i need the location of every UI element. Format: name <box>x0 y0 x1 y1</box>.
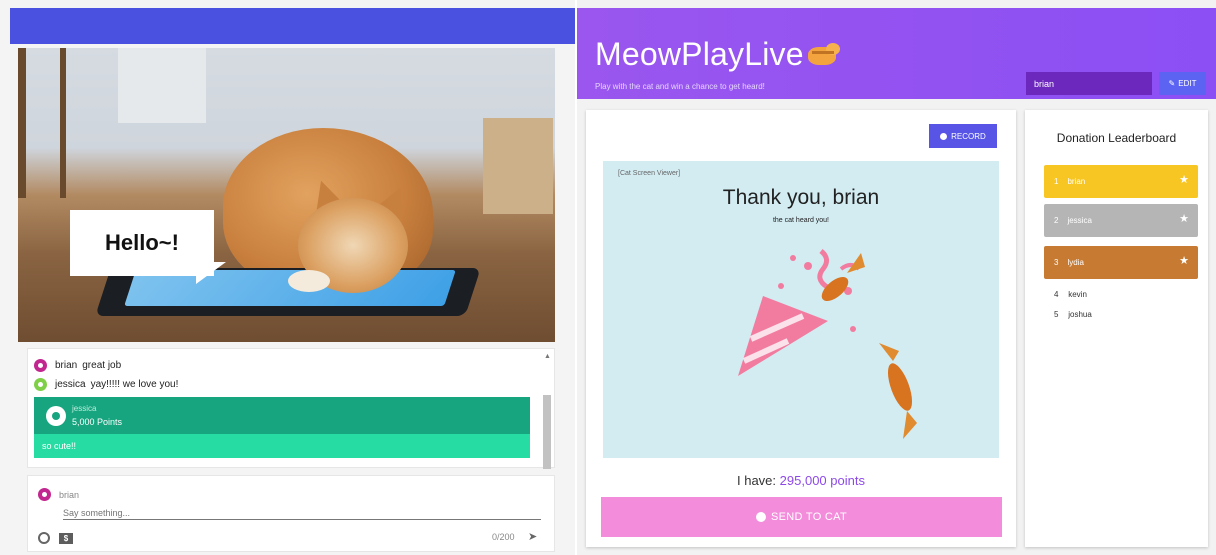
cat-paw <box>288 270 330 292</box>
donation-user: jessica <box>72 404 97 413</box>
scroll-thumb[interactable] <box>543 395 551 469</box>
rank-number: 2 <box>1054 216 1059 225</box>
record-button[interactable]: RECORD <box>929 124 997 148</box>
rank-name: brian <box>1067 177 1086 186</box>
chat-scrollbar[interactable]: ▲ <box>542 353 552 469</box>
record-dot-icon <box>940 132 948 140</box>
send-plane-icon[interactable]: ➤ <box>528 530 537 543</box>
chat-composer: brian $ 0/200 ➤ <box>27 475 555 552</box>
user-avatar-icon <box>38 488 51 501</box>
points-unit: points <box>830 473 865 488</box>
leaderboard-item-2[interactable]: 2 jessica ★ <box>1044 204 1198 237</box>
edit-label: EDIT <box>1178 79 1197 88</box>
donation-points: 5,000 Points <box>72 417 123 427</box>
left-top-bar <box>10 8 575 44</box>
composer-tools: $ <box>38 532 73 544</box>
paw-icon <box>755 512 766 522</box>
app-root: Hello~! brian great job jessica yay!!!!!… <box>0 0 1216 555</box>
rank-name: kevin <box>1068 290 1087 299</box>
wooden-box <box>483 118 553 214</box>
leaderboard-title: Donation Leaderboard <box>1056 131 1177 145</box>
speech-bubble: Hello~! <box>70 210 214 276</box>
chat-input[interactable] <box>63 506 541 520</box>
username-input[interactable] <box>1026 72 1152 95</box>
party-popper-icon <box>738 249 861 376</box>
chat-log[interactable]: brian great job jessica yay!!!!! we love… <box>27 348 555 469</box>
user-avatar-icon <box>46 405 66 426</box>
emoji-icon[interactable] <box>38 532 50 544</box>
cat-video-player[interactable]: Hello~! <box>18 48 555 342</box>
celebration-illustration <box>738 249 917 439</box>
chat-user: brian <box>55 359 78 371</box>
chat-message: brian great job <box>34 356 121 374</box>
rank-number: 4 <box>1054 290 1059 299</box>
donation-header: jessica 5,000 Points <box>34 397 530 434</box>
chat-text: yay!!!!! we love you! <box>90 378 179 390</box>
chat-user: jessica <box>55 378 86 390</box>
leaderboard-item-1[interactable]: 1 brian ★ <box>1044 165 1198 198</box>
chat-text: great job <box>82 359 122 371</box>
rank-number: 1 <box>1054 177 1059 186</box>
cat-screen-viewer[interactable]: [Cat Screen Viewer] Thank you, brian the… <box>603 161 999 458</box>
goldfish-icon <box>879 343 917 439</box>
rank-name: jessica <box>1067 216 1092 225</box>
rank-name: lydia <box>1067 258 1084 267</box>
cat-screen-card: RECORD [Cat Screen Viewer] Thank you, br… <box>586 110 1016 547</box>
donation-message: jessica 5,000 Points so cute!! <box>34 397 530 458</box>
leaderboard-item-3[interactable]: 3 lydia ★ <box>1044 246 1198 279</box>
star-icon: ★ <box>1179 213 1189 225</box>
record-label: RECORD <box>951 131 986 141</box>
composer-username: brian <box>59 489 80 500</box>
tagline: Play with the cat and win a chance to ge… <box>595 82 765 91</box>
leaderboard-card: Donation Leaderboard 1 brian ★ 2 jessica… <box>1025 110 1208 547</box>
edit-button[interactable]: ✎ EDIT <box>1159 72 1206 95</box>
chair-leg <box>18 48 66 198</box>
rank-name: joshua <box>1068 310 1092 319</box>
points-value: 295,000 <box>779 473 827 488</box>
leaderboard-item-5[interactable]: 5 joshua <box>1054 310 1092 319</box>
points-prefix: I have: <box>737 473 777 488</box>
game-pane: MeowPlayLive Play with the cat and win a… <box>577 0 1216 555</box>
stream-pane: Hello~! brian great job jessica yay!!!!!… <box>0 0 575 555</box>
donation-text: so cute!! <box>34 434 530 458</box>
app-header: MeowPlayLive Play with the cat and win a… <box>577 8 1216 99</box>
composer-user: brian <box>38 488 79 501</box>
user-avatar-icon <box>34 377 47 391</box>
dollar-icon[interactable]: $ <box>59 532 73 544</box>
wall-frame <box>118 48 206 123</box>
star-icon: ★ <box>1179 174 1189 186</box>
char-counter: 0/200 <box>492 532 515 542</box>
app-title: MeowPlayLive <box>595 36 842 73</box>
scroll-up-icon[interactable]: ▲ <box>544 353 551 360</box>
rank-number: 5 <box>1054 310 1059 319</box>
send-to-cat-button[interactable]: SEND TO CAT <box>601 497 1002 537</box>
leaderboard-item-4[interactable]: 4 kevin <box>1054 290 1087 299</box>
pencil-icon: ✎ <box>1168 79 1176 88</box>
cat-emoji-icon <box>806 39 842 69</box>
chat-message: jessica yay!!!!! we love you! <box>34 375 178 393</box>
points-balance: I have: 295,000 points <box>586 473 1016 488</box>
send-label: SEND TO CAT <box>770 511 848 523</box>
rank-number: 3 <box>1054 258 1059 267</box>
star-icon: ★ <box>1179 255 1189 267</box>
app-title-text: MeowPlayLive <box>595 36 804 72</box>
user-avatar-icon <box>34 358 47 372</box>
